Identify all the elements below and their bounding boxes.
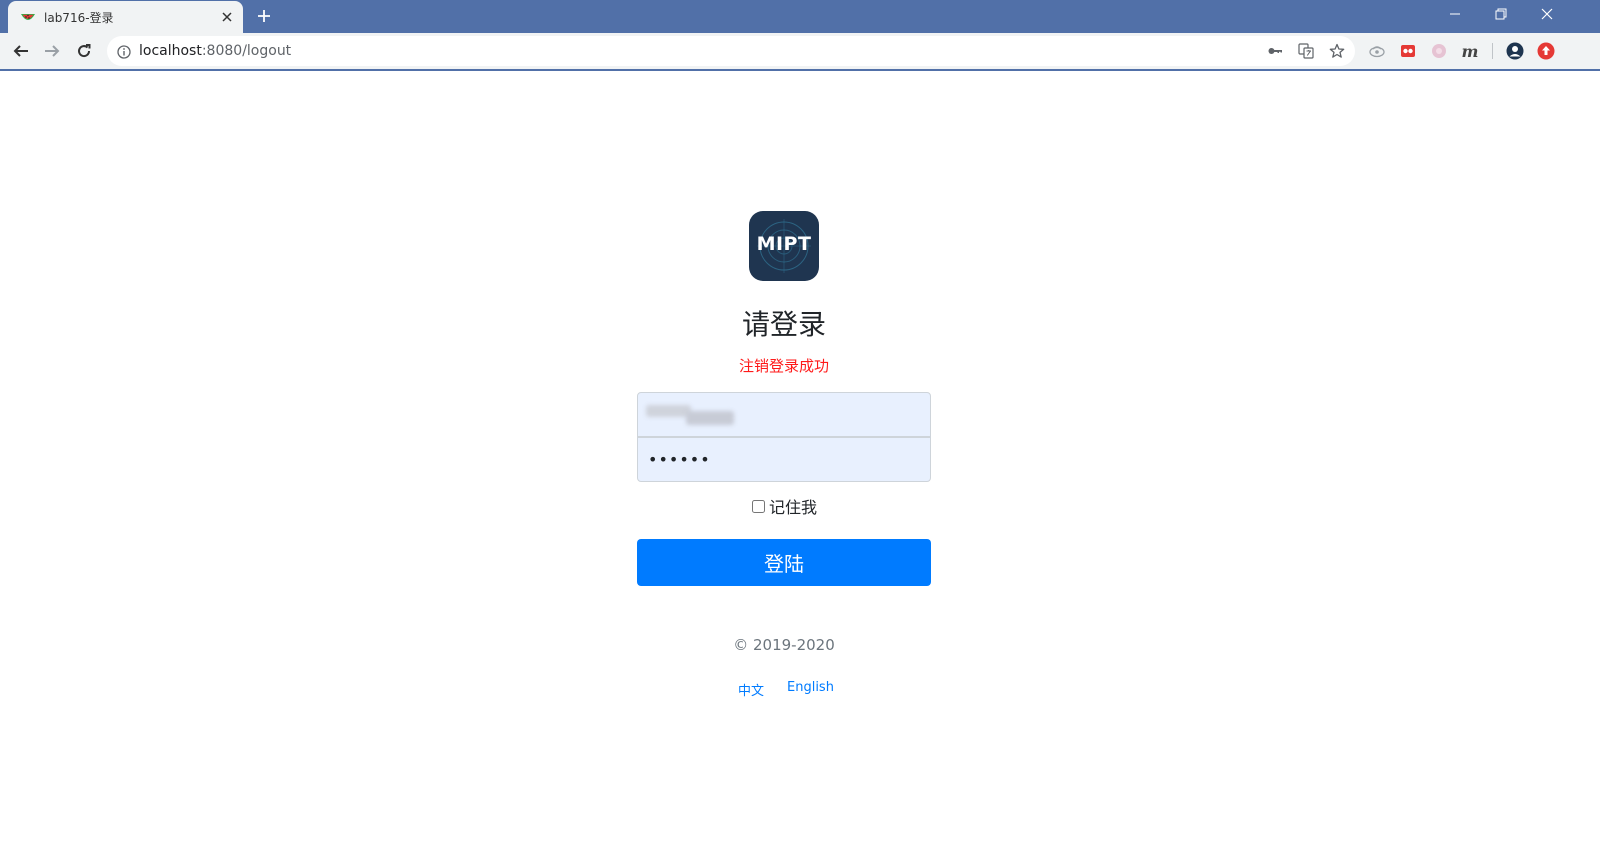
toolbar-divider <box>1492 43 1493 59</box>
update-icon[interactable] <box>1537 42 1555 60</box>
tab-title: lab716-登录 <box>44 11 114 25</box>
remember-me-checkbox[interactable] <box>752 499 765 513</box>
minimize-icon[interactable] <box>1432 0 1478 28</box>
mipt-logo: MIPT <box>749 211 819 281</box>
address-bar[interactable]: localhost:8080/logout <box>107 36 1355 66</box>
translate-icon[interactable] <box>1298 43 1314 59</box>
close-window-icon[interactable] <box>1524 0 1570 28</box>
restore-icon[interactable] <box>1478 0 1524 28</box>
extension-icon-3[interactable] <box>1430 42 1448 60</box>
key-icon[interactable] <box>1267 43 1283 59</box>
page-title: 请登录 <box>741 308 826 341</box>
info-icon[interactable] <box>117 44 131 59</box>
copyright: © 2019-2020 <box>733 636 835 654</box>
url-path: :8080/logout <box>201 43 292 59</box>
remember-me[interactable]: 记住我 <box>752 494 817 518</box>
extension-icon-1[interactable] <box>1368 42 1386 60</box>
browser-tab[interactable]: lab716-登录 <box>8 1 243 33</box>
logo-text: MIPT <box>756 233 812 255</box>
close-icon[interactable] <box>219 9 235 25</box>
lang-chinese-link[interactable]: 中文 <box>738 680 764 699</box>
extension-letter: m <box>1461 41 1479 61</box>
plus-icon[interactable] <box>256 8 272 24</box>
logout-success-message: 注销登录成功 <box>738 357 829 375</box>
star-icon[interactable] <box>1329 43 1345 59</box>
forward-arrow-icon[interactable] <box>42 41 62 61</box>
back-arrow-icon[interactable] <box>11 41 31 61</box>
lang-english-link[interactable]: English <box>787 680 834 695</box>
profile-icon[interactable] <box>1506 42 1524 60</box>
url-host: localhost <box>139 43 202 59</box>
browser-title-bar: lab716-登录 <box>0 0 1600 33</box>
reload-icon[interactable] <box>74 41 94 61</box>
url-text[interactable]: localhost:8080/logout <box>139 43 291 59</box>
login-button[interactable]: 登陆 <box>637 539 931 586</box>
remember-me-label: 记住我 <box>769 498 818 517</box>
redacted-username <box>646 405 691 417</box>
redacted-username <box>686 411 734 425</box>
extension-icon-m[interactable]: m <box>1461 41 1479 61</box>
browser-toolbar: localhost:8080/logout m <box>0 33 1600 71</box>
extension-icon-2[interactable] <box>1399 42 1417 60</box>
melon-favicon-icon <box>20 10 36 24</box>
password-input[interactable] <box>637 437 931 482</box>
